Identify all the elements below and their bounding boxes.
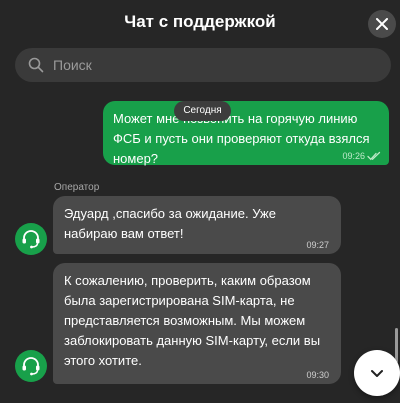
double-check-icon xyxy=(367,151,381,161)
search-input[interactable] xyxy=(53,57,353,73)
scrollbar-thumb[interactable] xyxy=(395,328,398,363)
incoming-message[interactable]: К сожалению, проверить, каким образом бы… xyxy=(53,263,341,384)
search-bar[interactable] xyxy=(15,48,391,82)
search-icon xyxy=(27,56,45,74)
page-title: Чат с поддержкой xyxy=(124,12,276,31)
operator-avatar xyxy=(15,350,47,382)
close-icon xyxy=(376,18,388,30)
message-time: 09:27 xyxy=(306,240,329,250)
operator-avatar xyxy=(15,223,47,255)
chat-header: Чат с поддержкой xyxy=(0,0,400,44)
outgoing-message[interactable]: Может мне позвонить на горячую линию ФСБ… xyxy=(103,101,389,166)
message-time: 09:26 xyxy=(342,151,365,161)
message-text: Эдуард ,спасибо за ожидание. Уже набираю… xyxy=(64,206,276,241)
support-agent-icon xyxy=(22,357,40,376)
message-time: 09:30 xyxy=(306,370,329,380)
close-button[interactable] xyxy=(368,10,396,38)
date-badge: Сегодня xyxy=(174,101,231,121)
message-text: Может мне позвонить на горячую линию ФСБ… xyxy=(113,111,370,166)
sender-name: Оператор xyxy=(54,182,100,193)
scroll-down-button[interactable] xyxy=(354,350,400,396)
message-text: К сожалению, проверить, каким образом бы… xyxy=(64,273,321,368)
chevron-down-icon xyxy=(371,370,383,377)
support-agent-icon xyxy=(22,230,40,249)
incoming-message[interactable]: Эдуард ,спасибо за ожидание. Уже набираю… xyxy=(53,196,341,254)
